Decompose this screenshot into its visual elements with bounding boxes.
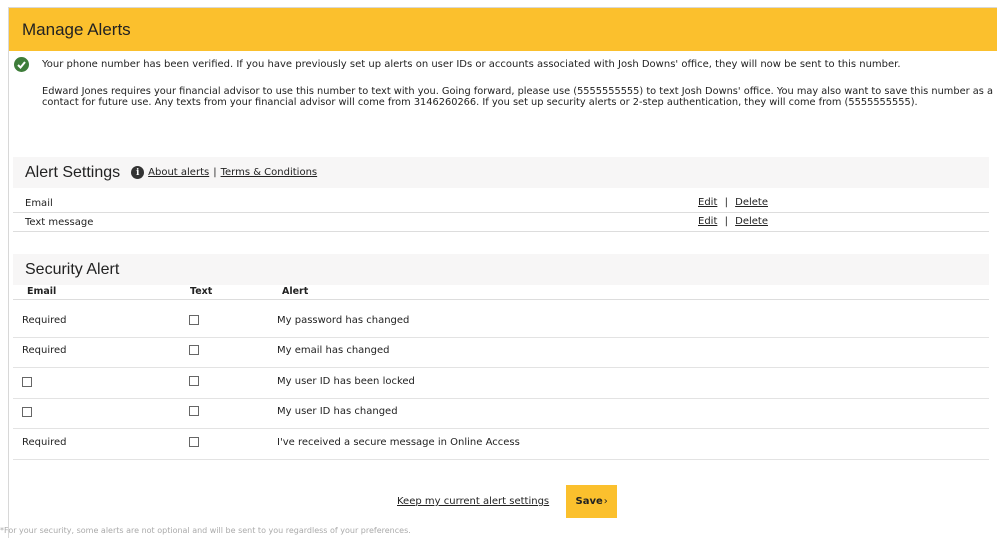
alert-cell: My password has changed [277,315,410,326]
table-row: My user ID has changed [13,398,989,429]
text-checkbox[interactable] [189,376,199,386]
page-title: Manage Alerts [22,19,131,39]
column-text: Text [190,286,213,297]
about-alerts-link[interactable]: About alerts [148,167,209,178]
alert-cell: My user ID has been locked [277,376,415,387]
column-alert: Alert [282,286,309,297]
column-email: Email [27,286,57,297]
alert-cell: I've received a secure message in Online… [277,437,520,448]
text-checkbox[interactable] [189,345,199,355]
delete-email-link[interactable]: Delete [735,197,768,208]
table-row: My user ID has been locked [13,368,989,399]
alert-setting-label: Email [25,197,53,209]
text-checkbox[interactable] [189,437,199,447]
verification-text: Your phone number has been verified. If … [42,59,901,70]
alert-settings-header: Alert Settings i About alerts | Terms & … [13,157,989,188]
delete-text-link[interactable]: Delete [735,216,768,227]
email-checkbox[interactable] [22,407,32,417]
alert-setting-row-text: Text message Edit | Delete [13,213,989,232]
alert-cell: My email has changed [277,345,390,356]
separator: | [724,197,728,208]
verification-details: Edward Jones requires your financial adv… [42,86,993,108]
text-checkbox[interactable] [189,406,199,416]
email-checkbox[interactable] [22,377,32,387]
table-row: Required My password has changed [13,307,989,338]
terms-conditions-link[interactable]: Terms & Conditions [221,167,318,178]
email-cell: Required [22,315,67,326]
separator: | [724,216,728,227]
page-header: Manage Alerts [9,8,997,51]
security-table-header: Email Text Alert [13,286,989,300]
security-alert-header: Security Alert [13,254,989,285]
save-button[interactable]: Save › [566,485,618,518]
text-checkbox[interactable] [189,315,199,325]
email-cell: Required [22,345,67,356]
keep-current-settings-link[interactable]: Keep my current alert settings [397,496,549,507]
form-actions: Keep my current alert settings Save › [397,485,618,518]
info-icon[interactable]: i [131,166,145,179]
separator: | [213,167,217,178]
check-circle-icon [14,57,29,72]
table-row: Required I've received a secure message … [13,429,989,460]
edit-text-link[interactable]: Edit [698,216,717,227]
chevron-right-icon: › [603,496,608,507]
save-label: Save [575,496,603,507]
email-cell: Required [22,437,67,448]
alert-settings-title: Alert Settings [25,163,121,181]
alert-cell: My user ID has changed [277,406,398,417]
security-alert-title: Security Alert [25,260,120,278]
verification-message: Your phone number has been verified. If … [14,57,993,108]
footnote: *For your security, some alerts are not … [0,526,411,535]
alert-setting-row-email: Email Edit | Delete [13,194,989,213]
table-row: Required My email has changed [13,337,989,368]
alert-setting-label: Text message [25,216,94,228]
edit-email-link[interactable]: Edit [698,197,717,208]
